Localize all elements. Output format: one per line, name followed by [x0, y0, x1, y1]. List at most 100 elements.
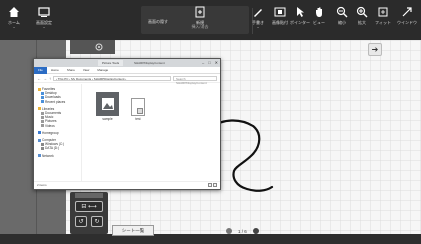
monitor-icon: [38, 7, 50, 17]
content-pane: sample test: [84, 84, 220, 182]
folder-icon: [41, 124, 44, 128]
new-sheet-sublabel: 挿入/消去: [191, 24, 209, 29]
nav-item-label: Network: [42, 153, 54, 158]
fit-icon: [378, 7, 388, 17]
capture-button[interactable]: 画像貼付: [270, 6, 290, 36]
undo-icon: ↺: [78, 219, 84, 225]
zoom-out-button[interactable]: 縮小: [335, 6, 349, 36]
folder-icon: [41, 100, 44, 104]
fit-button[interactable]: フィット: [375, 6, 391, 36]
window-title: SHARPDisplayContent: [134, 61, 165, 65]
palette-toggle-button[interactable]: ⊟ ⟷: [75, 201, 103, 212]
document-file-icon: [131, 98, 145, 116]
chevron-down-icon: ⌄: [256, 24, 260, 29]
up-icon[interactable]: ↑: [49, 76, 51, 81]
zoom-in-icon: [356, 6, 368, 18]
status-bar: 2 items: [34, 181, 220, 189]
chevron-down-icon: ⌄: [12, 24, 16, 29]
zoom-out-label: 縮小: [338, 20, 346, 25]
fit-label: フィット: [375, 20, 391, 25]
window-button[interactable]: ウインドウ: [397, 6, 417, 36]
nav-item-label: Homegroup: [42, 130, 59, 135]
page-navigator: 1 / 6: [226, 228, 259, 234]
palette-back-button[interactable]: ↺: [75, 216, 87, 227]
prev-page-button[interactable]: [226, 228, 232, 234]
nav-item-label: Videos: [45, 123, 55, 128]
folder-icon: [41, 91, 44, 95]
layout-button[interactable]: 画面設定 ⌄: [36, 6, 52, 36]
chevron-down-icon: ⌄: [42, 24, 46, 29]
capture-icon: [274, 7, 286, 17]
floating-palette: ⊟ ⟷ ↺ ↻: [70, 192, 108, 234]
folder-icon: [38, 154, 41, 158]
home-button[interactable]: ホーム ⌄: [7, 6, 21, 36]
zoom-out-icon: [336, 6, 348, 18]
explorer-title-bar[interactable]: Picture Tools SHARPDisplayContent – □ ✕: [34, 59, 220, 67]
close-icon[interactable]: ✕: [215, 60, 218, 66]
nav-item[interactable]: Network: [38, 154, 81, 158]
file-name: test: [135, 117, 141, 121]
hand-icon: [316, 7, 322, 17]
address-bar[interactable]: › This PC › My Documents › SHARPDisplayC…: [53, 75, 171, 81]
nav-item-label: Recent places: [45, 99, 66, 104]
minus-icon: ⊟ ⟷: [81, 204, 97, 210]
pen-icon: [254, 9, 262, 17]
ribbon-manage-tab[interactable]: Manage: [93, 68, 112, 72]
nav-item-label: DATA (D:): [45, 146, 60, 151]
folder-icon: [41, 147, 44, 151]
pointer-button[interactable]: ポインター: [290, 6, 310, 36]
window-label: ウインドウ: [397, 20, 417, 25]
folder-icon: [38, 131, 41, 135]
view-toggle: [208, 183, 217, 187]
back-icon[interactable]: ←: [37, 76, 41, 81]
window-icon: [402, 7, 412, 17]
palette-forward-button[interactable]: ↻: [91, 216, 103, 227]
minimize-icon[interactable]: –: [202, 60, 204, 66]
folder-icon: [38, 138, 41, 142]
file-name: sample: [102, 117, 113, 121]
sheet-list-tab[interactable]: シート一覧: [112, 225, 154, 236]
main-toolbar: ホーム ⌄ 画面設定 ⌄ 画面の隠す 新規 挿入/消去 手書き ⌄ 画像貼付 ポ…: [0, 0, 421, 40]
large-icons-view-icon[interactable]: [213, 183, 217, 187]
pointer-icon: [297, 7, 304, 17]
folder-icon: [38, 87, 41, 91]
ribbon-share-tab[interactable]: Share: [63, 68, 79, 72]
folder-icon: [41, 111, 44, 115]
picture-tools-tab[interactable]: Picture Tools: [98, 60, 124, 66]
palette-handle[interactable]: [75, 193, 103, 198]
new-sheet-icon: [195, 6, 205, 18]
redo-icon: ↻: [94, 219, 100, 225]
pen-button[interactable]: 手書き ⌄: [250, 6, 266, 36]
item-count: 2 items: [37, 183, 47, 187]
file-explorer-window[interactable]: Picture Tools SHARPDisplayContent – □ ✕ …: [33, 58, 221, 190]
folder-icon: [41, 96, 44, 99]
new-sheet-button[interactable]: 新規 挿入/消去: [190, 6, 210, 36]
folder-icon: [41, 120, 44, 124]
hide-screen-label: 画面の隠す: [148, 19, 168, 24]
view-button[interactable]: ビュー: [311, 6, 327, 36]
zoom-in-button[interactable]: 拡大: [355, 6, 369, 36]
ribbon-view-tab[interactable]: View: [79, 68, 93, 72]
folder-icon: [41, 142, 44, 146]
view-label: ビュー: [313, 20, 325, 25]
folder-icon: [41, 115, 44, 119]
zoom-in-label: 拡大: [358, 20, 366, 25]
explorer-body: Favorites Desktop Downloads Recent places Li…: [34, 84, 220, 182]
file-item-test[interactable]: test: [131, 98, 145, 121]
next-page-button[interactable]: [252, 228, 259, 234]
maximize-icon[interactable]: □: [208, 60, 210, 66]
image-file-icon: [96, 92, 119, 116]
details-view-icon[interactable]: [208, 183, 212, 187]
search-input[interactable]: Search SHARPDisplayContent: [173, 75, 217, 85]
home-icon: [9, 7, 19, 17]
address-row: ← → ↑ › This PC › My Documents › SHARPDi…: [34, 74, 220, 85]
file-item-sample[interactable]: sample: [96, 92, 119, 121]
pointer-label: ポインター: [290, 20, 310, 25]
bottom-bar: [0, 234, 421, 244]
ribbon-home-tab[interactable]: Home: [47, 68, 63, 72]
page-indicator: 1 / 6: [238, 228, 247, 234]
window-controls: – □ ✕: [202, 60, 218, 66]
capture-label: 画像貼付: [272, 20, 288, 25]
ribbon-file-tab[interactable]: File: [34, 66, 47, 74]
forward-icon[interactable]: →: [43, 76, 47, 81]
